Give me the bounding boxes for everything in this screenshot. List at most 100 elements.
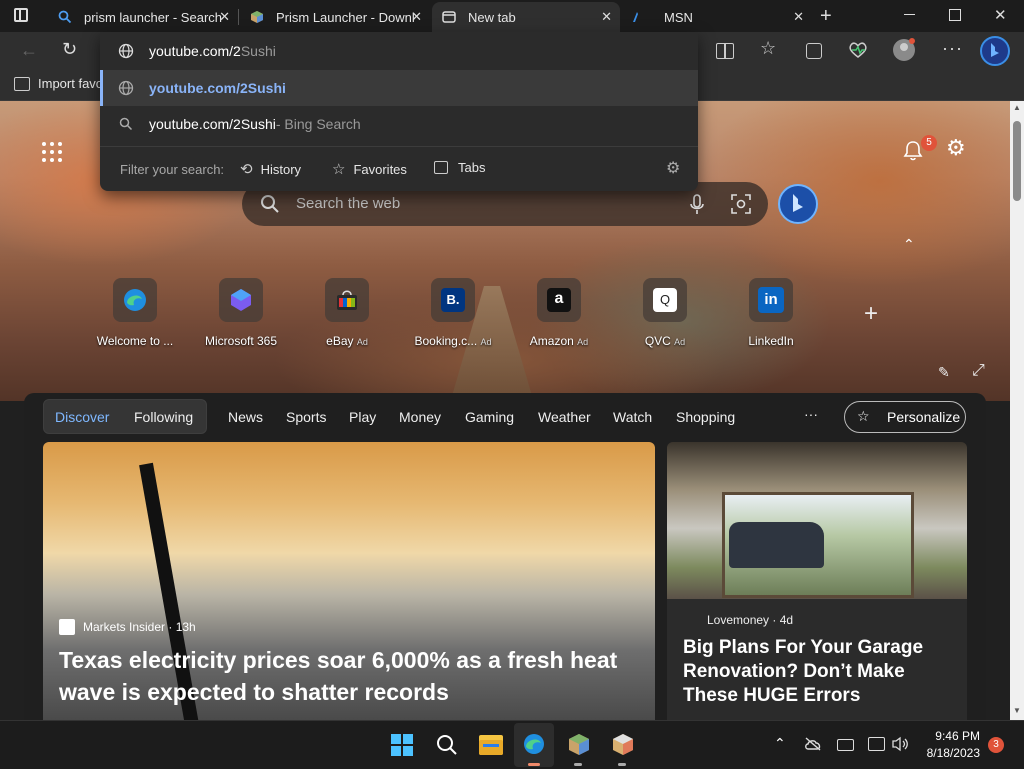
- side-story-headline[interactable]: Big Plans For Your Garage Renovation? Do…: [683, 636, 953, 708]
- collections-icon[interactable]: [806, 43, 822, 59]
- story-age: · 13h: [165, 620, 196, 634]
- personalize-label: Personalize: [887, 409, 961, 425]
- dropdown-divider: [100, 146, 698, 147]
- close-icon[interactable]: ✕: [601, 9, 612, 25]
- prism-launcher-icon[interactable]: [612, 733, 634, 757]
- page-settings-icon[interactable]: ⚙: [946, 135, 966, 161]
- nav-gaming[interactable]: Gaming: [465, 409, 514, 425]
- personalize-button[interactable]: ☆ Personalize: [844, 401, 966, 433]
- side-story-card[interactable]: Lovemoney · 4d Big Plans For Your Garage…: [667, 442, 967, 720]
- quick-link-ebay[interactable]: eBay Ad: [292, 278, 402, 348]
- msn-favicon-icon: [633, 12, 638, 22]
- close-icon[interactable]: ✕: [411, 9, 422, 25]
- nav-play[interactable]: Play: [349, 409, 376, 425]
- edge-logo-icon: [524, 734, 544, 754]
- fullscreen-expand-icon[interactable]: ⤢: [972, 362, 985, 380]
- nav-money[interactable]: Money: [399, 409, 441, 425]
- close-icon[interactable]: ✕: [793, 9, 804, 25]
- collapse-chevron-icon[interactable]: ⌃: [903, 236, 915, 253]
- onedrive-cloud-icon[interactable]: [804, 737, 822, 751]
- nav-following[interactable]: Following: [134, 409, 193, 425]
- nav-sports[interactable]: Sports: [286, 409, 326, 425]
- story-source: Lovemoney: [707, 613, 770, 627]
- tab-label: prism launcher - Search: [84, 9, 222, 25]
- address-input[interactable]: youtube.com/2 Sushi: [100, 33, 698, 69]
- page-scrollbar[interactable]: ▲ ▼: [1010, 101, 1024, 720]
- quick-link-linkedin[interactable]: in LinkedIn: [716, 278, 826, 348]
- clock-time[interactable]: 9:46 PM: [930, 729, 980, 743]
- nav-weather[interactable]: Weather: [538, 409, 591, 425]
- nav-news[interactable]: News: [228, 409, 263, 425]
- tab-prism-search[interactable]: prism launcher - Search ✕: [48, 2, 238, 32]
- newtab-favicon-icon: [442, 11, 456, 23]
- favorites-star-icon[interactable]: ☆: [760, 38, 776, 59]
- filter-favorites-button[interactable]: ☆ Favorites: [332, 160, 407, 178]
- scrollbar-thumb[interactable]: [1013, 121, 1021, 201]
- prism-launcher-icon[interactable]: [568, 733, 590, 757]
- tab-new-tab[interactable]: New tab ✕: [432, 2, 620, 32]
- nav-watch[interactable]: Watch: [613, 409, 652, 425]
- volume-icon[interactable]: [891, 736, 909, 752]
- new-tab-plus-icon[interactable]: +: [820, 5, 832, 28]
- ad-label: Ad: [674, 337, 686, 347]
- refresh-icon[interactable]: ↻: [62, 39, 77, 60]
- import-favorites-link[interactable]: Import favo: [38, 76, 103, 91]
- input-keyboard-icon[interactable]: [837, 739, 854, 751]
- scroll-down-icon[interactable]: ▼: [1013, 706, 1021, 715]
- browser-essentials-icon[interactable]: [848, 42, 868, 58]
- quick-link-qvc[interactable]: Q QVC Ad: [610, 278, 720, 348]
- minimize-icon[interactable]: [904, 14, 915, 15]
- filter-tabs-button[interactable]: Tabs: [434, 160, 485, 175]
- search-settings-gear-icon[interactable]: ⚙: [666, 158, 680, 178]
- more-menu-icon[interactable]: ···: [942, 38, 963, 59]
- quick-link-amazon[interactable]: a Amazon Ad: [504, 278, 614, 348]
- network-icon[interactable]: [868, 737, 885, 751]
- prism-favicon-icon: [251, 11, 263, 23]
- quick-link-microsoft-365[interactable]: Microsoft 365: [186, 278, 296, 348]
- quick-link-welcome[interactable]: Welcome to ...: [80, 278, 190, 348]
- star-icon: ☆: [332, 161, 346, 178]
- main-story-card[interactable]: Markets Insider · 13h Texas electricity …: [43, 442, 655, 720]
- back-icon[interactable]: ←: [20, 40, 38, 61]
- filter-label: History: [260, 161, 302, 177]
- show-hidden-icons-chevron[interactable]: ⌃: [774, 735, 786, 752]
- filter-label: Tabs: [458, 160, 486, 175]
- edit-background-icon[interactable]: ✎: [938, 364, 950, 381]
- add-quick-link-icon[interactable]: +: [864, 300, 878, 328]
- close-icon[interactable]: ✕: [219, 9, 230, 25]
- edge-taskbar-button[interactable]: [514, 723, 554, 767]
- markets-insider-logo-icon: [59, 619, 75, 635]
- notification-center-badge[interactable]: 3: [988, 737, 1004, 753]
- windows-start-icon[interactable]: [391, 734, 413, 756]
- split-screen-icon[interactable]: [716, 43, 734, 59]
- restore-icon[interactable]: [949, 9, 961, 21]
- clock-date[interactable]: 8/18/2023: [914, 746, 980, 760]
- story-source: Markets Insider: [83, 620, 166, 634]
- more-nav-icon[interactable]: ···: [804, 406, 818, 422]
- suggestion-bing-search[interactable]: youtube.com/2Sushi - Bing Search: [100, 106, 698, 142]
- copilot-icon[interactable]: [980, 36, 1010, 66]
- garage-story-image: [667, 442, 967, 599]
- microphone-icon[interactable]: [689, 194, 705, 216]
- filter-search-label: Filter your search:: [120, 162, 225, 177]
- window-close-icon[interactable]: ✕: [994, 6, 1007, 24]
- file-explorer-icon[interactable]: [479, 735, 503, 755]
- profile-avatar[interactable]: [893, 38, 915, 61]
- bing-chat-button[interactable]: [778, 184, 818, 224]
- quick-link-booking[interactable]: B. Booking.c... Ad: [398, 278, 508, 348]
- suggestion-url[interactable]: youtube.com/2Sushi: [100, 70, 698, 106]
- taskbar-search-icon[interactable]: [436, 734, 458, 756]
- apps-grid-icon[interactable]: [42, 142, 62, 162]
- tab-label: New tab: [468, 9, 516, 25]
- tab-bar: prism launcher - Search ✕ Prism Launcher…: [0, 0, 1024, 32]
- tab-actions-icon[interactable]: [14, 8, 28, 22]
- microsoft-365-icon: [219, 278, 263, 322]
- scroll-up-icon[interactable]: ▲: [1013, 103, 1021, 112]
- visual-search-icon[interactable]: [731, 194, 751, 214]
- nav-discover[interactable]: Discover: [55, 409, 109, 425]
- tab-prism-download[interactable]: Prism Launcher - Downl ✕: [240, 2, 430, 32]
- nav-shopping[interactable]: Shopping: [676, 409, 735, 425]
- filter-history-button[interactable]: ⟲ History: [240, 160, 301, 178]
- tab-msn[interactable]: MSN ✕: [622, 2, 812, 32]
- main-story-headline[interactable]: Texas electricity prices soar 6,000% as …: [59, 644, 639, 708]
